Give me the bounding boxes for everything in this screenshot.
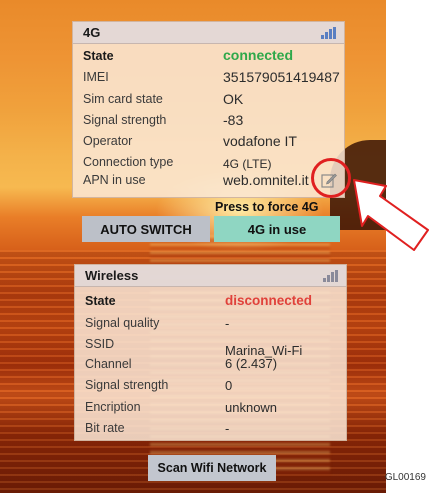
wireless-quality-label: Signal quality [85,316,160,330]
lte-operator-value: vodafone IT [223,133,297,149]
wireless-row-ssid: SSID Marina_Wi-Fi [85,337,340,358]
lte-row-operator: Operator vodafone IT [83,133,338,151]
lte-panel-title: 4G [83,25,101,40]
figure-code: GL00169 [384,472,426,483]
lte-imei-value: 351579051419487 [223,69,340,85]
wireless-bitrate-value: - [225,421,230,436]
lte-row-imei: IMEI 351579051419487 [83,69,340,87]
lte-operator-label: Operator [83,134,133,148]
wireless-channel-value: 6 (2.437) [225,356,278,371]
lte-apn-label: APN in use [83,173,146,187]
wireless-row-state: State disconnected [85,293,340,311]
lte-in-use-button[interactable]: 4G in use [214,216,340,242]
lte-row-sim: Sim card state OK [83,91,338,109]
wireless-row-quality: Signal quality - [85,316,340,333]
lte-row-signal: Signal strength -83 [83,112,338,130]
wireless-ssid-label: SSID [85,337,115,351]
force-4g-hint: Press to force 4G [215,200,319,214]
wireless-panel-title: Wireless [85,268,139,283]
wireless-panel-header: Wireless [75,265,346,287]
lte-row-state: State connected [83,47,338,66]
signal-bars-icon [321,26,336,39]
lte-signal-label: Signal strength [83,113,167,127]
lte-connection-type-value: 4G (LTE) [223,157,272,171]
highlight-circle [311,158,351,198]
lte-connection-type-label: Connection type [83,155,174,169]
lte-row-connection-type: Connection type 4G (LTE) [83,155,338,172]
lte-row-apn: APN in use web.omnitel.it [83,172,338,190]
auto-switch-button[interactable]: AUTO SWITCH [82,216,210,242]
lte-signal-value: -83 [223,112,244,128]
lte-sim-value: OK [223,91,244,107]
wireless-signal-label: Signal strength [85,378,169,392]
wireless-row-channel: Channel 6 (2.437) [85,356,340,374]
wireless-channel-label: Channel [85,357,132,371]
wireless-state-value: disconnected [225,293,313,308]
wireless-row-encryption: Encription unknown [85,400,340,417]
lte-imei-label: IMEI [83,70,109,84]
lte-apn-value: web.omnitel.it [223,172,309,188]
scan-wifi-button[interactable]: Scan Wifi Network [148,455,276,481]
wireless-state-label: State [85,294,116,308]
lte-state-label: State [83,49,114,63]
wireless-row-bitrate: Bit rate - [85,421,340,438]
wireless-row-signal: Signal strength 0 [85,378,340,395]
wireless-signal-value: 0 [225,378,233,393]
lte-panel-header: 4G [73,22,344,44]
wireless-quality-value: - [225,316,230,331]
wireless-encryption-value: unknown [225,400,278,415]
arrow-icon [353,179,429,251]
wireless-status-panel: Wireless State disconnected Signal quali… [74,264,347,441]
wireless-bitrate-label: Bit rate [85,421,125,435]
lte-status-panel: 4G State connected IMEI 351579051419487 … [72,21,345,198]
wireless-encryption-label: Encription [85,400,141,414]
signal-bars-icon [323,269,338,282]
lte-state-value: connected [223,47,294,63]
lte-sim-label: Sim card state [83,92,163,106]
